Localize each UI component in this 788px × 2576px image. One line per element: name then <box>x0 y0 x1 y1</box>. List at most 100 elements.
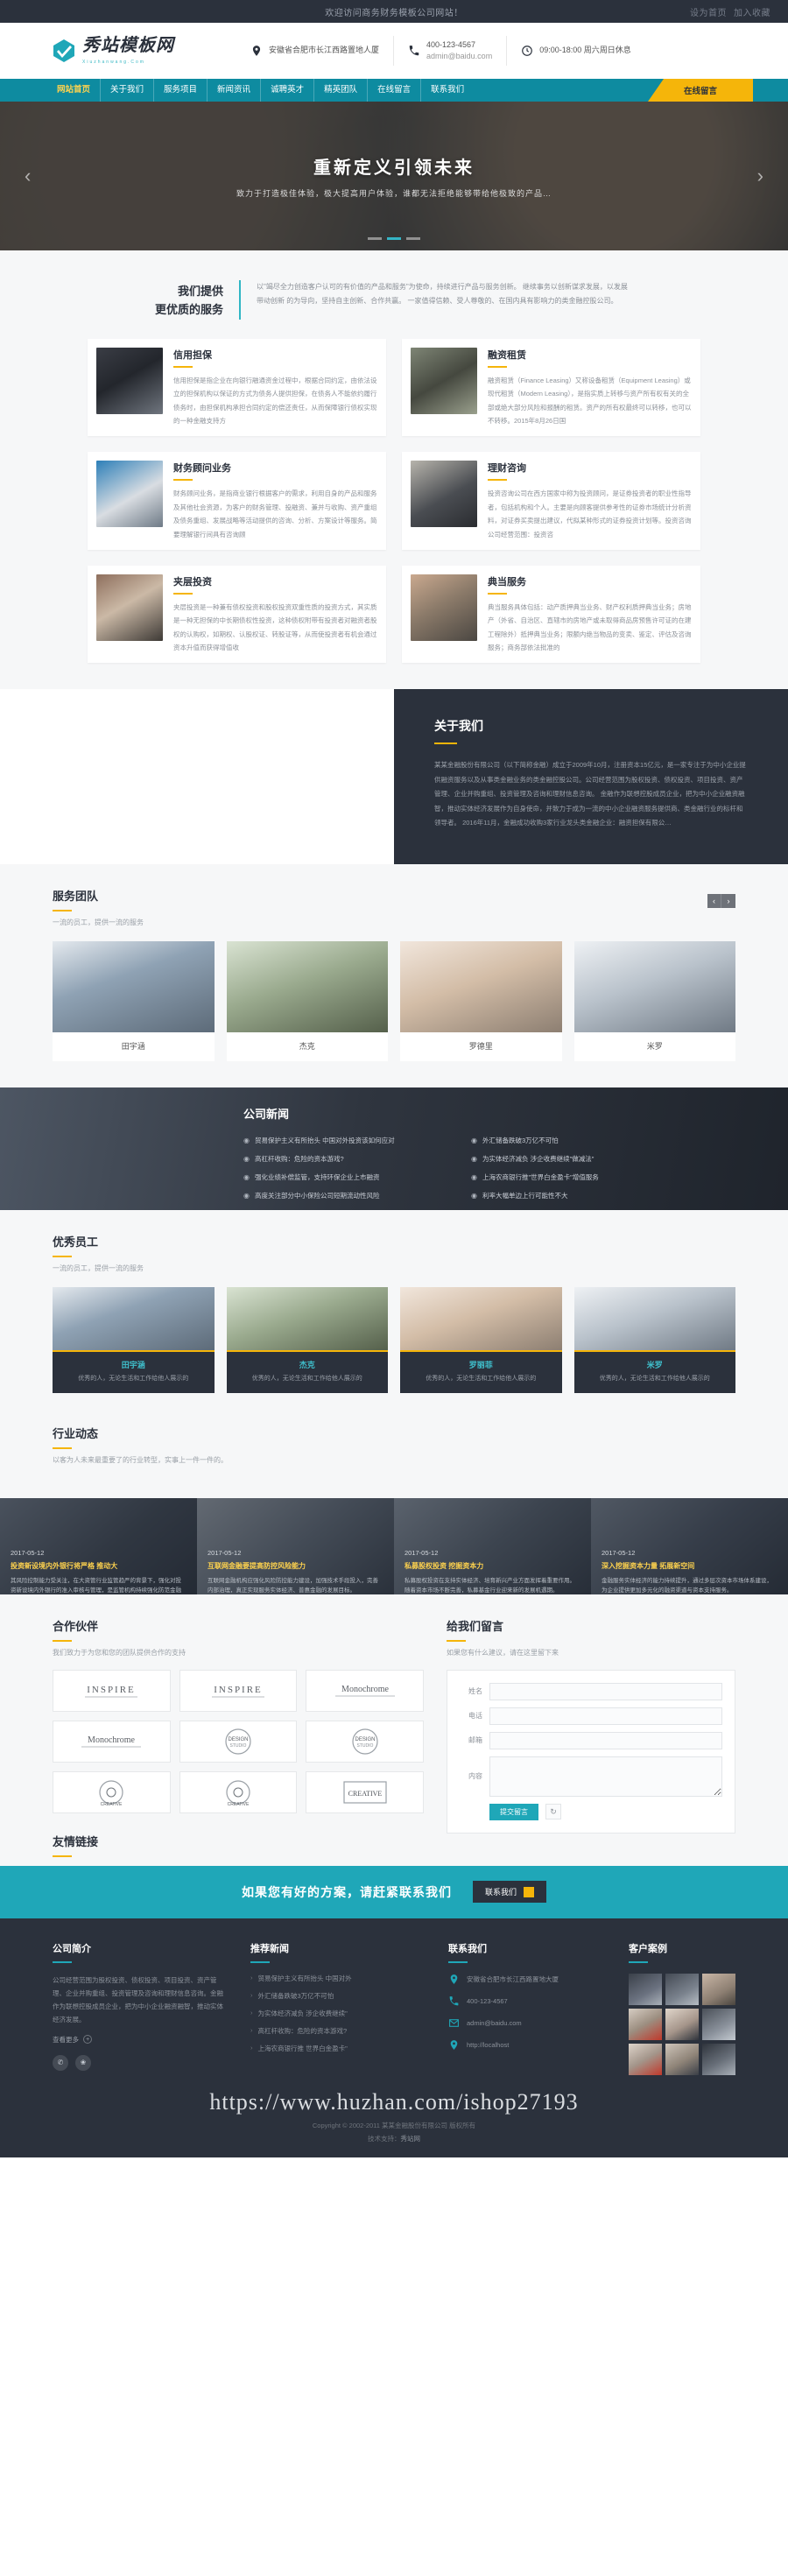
news-item[interactable]: ◉ 为实体经济减负 涉企收费继续"做减法" <box>471 1154 672 1165</box>
svg-text:Monochrome: Monochrome <box>341 1685 389 1694</box>
team-member-card[interactable]: 罗德里 <box>400 941 562 1062</box>
staff-card[interactable]: 米罗 优秀的人，无论生活和工作给他人展示的 <box>573 1287 735 1393</box>
nav-item-message[interactable]: 在线留言 <box>368 79 422 102</box>
footer-news-item[interactable]: › 贸易保护主义有所抬头 中国对外 <box>250 1974 426 1983</box>
nav-cta-button[interactable]: 在线留言 <box>648 79 753 102</box>
footer-news-item[interactable]: › 为实体经济减负 涉企收费继续" <box>250 2009 426 2018</box>
industry-card-desc: 其风险控制能力受关注，在大资管行业监管趋严的背景下，强化对投资新设境内外银行的准… <box>11 1577 181 1594</box>
industry-card[interactable]: 2017-05-12 互联网金融要提高防控风险能力 互联网金融机构应强化风险防控… <box>197 1497 394 1594</box>
service-card[interactable]: 融资租赁 融资租赁（Finance Leasing）又称设备租赁（Equipme… <box>402 338 700 437</box>
footer-more-link[interactable]: 查看更多 + <box>53 2035 228 2045</box>
staff-card[interactable]: 田宇涵 优秀的人，无论生活和工作给他人展示的 <box>53 1287 215 1393</box>
staff-desc: 优秀的人，无论生活和工作给他人展示的 <box>251 1376 362 1383</box>
footer-news-item[interactable]: › 高杠杆收购：危险的资本游戏? <box>250 2026 426 2036</box>
partner-logo[interactable]: Monochrome <box>306 1669 424 1712</box>
hero-banner: 重新定义引领未来 致力于打造极佳体验，极大提高用户体验，谁都无法拒绝能够带给他极… <box>0 102 788 250</box>
chevron-right-icon: › <box>250 2025 253 2034</box>
service-title: 理财咨询 <box>488 463 526 475</box>
team-prev-icon[interactable]: ‹ <box>707 894 721 909</box>
support-link[interactable]: 秀站网 <box>401 2135 421 2143</box>
team-member-card[interactable]: 杰克 <box>226 941 388 1062</box>
team-member-card[interactable]: 田宇涵 <box>53 941 215 1062</box>
news-item[interactable]: ◉ 上海农商银行推"世界白金盈卡"增值服务 <box>471 1172 672 1183</box>
staff-card[interactable]: 罗丽菲 优秀的人，无论生活和工作给他人展示的 <box>400 1287 562 1393</box>
case-thumbnail[interactable] <box>665 1973 699 2005</box>
news-item[interactable]: ◉ 外汇储备跌破3万亿不可怕 <box>471 1136 672 1146</box>
service-card[interactable]: 夹层投资 夹层投资是一种兼有债权投资和股权投资双重性质的投资方式，其实质是一种无… <box>88 565 386 664</box>
news-item[interactable]: ◉ 高杠杆收购：危险的资本游戏? <box>243 1154 445 1165</box>
service-card[interactable]: 典当服务 典当服务具体包括：动产质押典当业务、财产权利质押典当业务；房地产（外省… <box>402 565 700 664</box>
partners-rule <box>53 1639 72 1642</box>
nav-item-contact[interactable]: 联系我们 <box>421 79 474 102</box>
footer-cases: 客户案例 <box>629 1941 735 2075</box>
site-logo[interactable]: 秀站模板网 Xiuzhanwang.Com <box>35 37 236 65</box>
partner-logo[interactable]: Monochrome <box>53 1720 171 1763</box>
cta-contact-button[interactable]: 联系我们 <box>472 1881 546 1904</box>
partner-logo[interactable]: INSPIRE <box>179 1669 298 1712</box>
industry-card[interactable]: 2017-05-12 投资新设境内外银行将严格 推动大 其风险控制能力受关注，在… <box>0 1497 197 1594</box>
phone-input[interactable] <box>489 1707 722 1725</box>
case-thumbnail[interactable] <box>702 2008 735 2040</box>
case-thumbnail[interactable] <box>629 1973 662 2005</box>
news-item[interactable]: ◉ 贸易保护主义有所抬头 中国对外投资该如何应对 <box>243 1136 445 1146</box>
submit-message-button[interactable]: 提交留言 <box>489 1803 538 1820</box>
case-thumbnail[interactable] <box>702 1973 735 2005</box>
email-field-label: 邮箱 <box>468 1736 482 1745</box>
banner-dots[interactable] <box>368 237 420 240</box>
banner-title: 重新定义引领未来 <box>313 158 475 178</box>
team-grid: 田宇涵 杰克 罗德里 米罗 <box>53 941 735 1062</box>
nav-item-services[interactable]: 服务项目 <box>154 79 208 102</box>
staff-card[interactable]: 杰克 优秀的人，无论生活和工作给他人展示的 <box>226 1287 388 1393</box>
case-thumbnail[interactable] <box>629 2008 662 2040</box>
news-item[interactable]: ◉ 强化业绩补偿监管，支持环保企业上市融资 <box>243 1172 445 1183</box>
staff-desc: 优秀的人，无论生活和工作给他人展示的 <box>426 1376 537 1383</box>
news-item[interactable]: ◉ 高度关注部分中小保险公司短期流动性风险 <box>243 1191 445 1201</box>
nav-item-home[interactable]: 网站首页 <box>47 79 102 102</box>
services-heading: 我们提供 更优质的服务 以"竭尽全力创造客户认可的有价值的产品和服务"为使命，持… <box>0 280 788 320</box>
banner-next-arrow-icon[interactable]: › <box>757 165 763 187</box>
nav-item-careers[interactable]: 诚聘英才 <box>261 79 315 102</box>
set-homepage-link[interactable]: 设为首页 <box>690 5 727 18</box>
service-card[interactable]: 理财咨询 投资咨询公司在西方国家中称为投资顾问，是证券投资者的职业性指导者，包括… <box>402 452 700 550</box>
team-next-icon[interactable]: › <box>721 894 735 909</box>
partner-logo[interactable]: CREATIVE <box>306 1770 424 1813</box>
add-favorite-link[interactable]: 加入收藏 <box>734 5 770 18</box>
industry-card[interactable]: 2017-05-12 深入挖掘资本力量 拓展新空间 金融服务实体经济的能力持续提… <box>591 1497 788 1594</box>
content-textarea[interactable] <box>489 1756 722 1797</box>
footer-phone-row: 400-123-4567 <box>448 1995 606 2007</box>
partner-logo[interactable]: CREATIVE <box>53 1770 171 1813</box>
industry-date: 2017-05-12 <box>11 1548 45 1557</box>
email-input[interactable] <box>489 1731 722 1749</box>
industry-card[interactable]: 2017-05-12 私募股权投资 挖掘资本力 私募股权投资在支持实体经济、培育… <box>394 1497 591 1594</box>
service-card[interactable]: 信用担保 信用担保是指企业在向银行融通资金过程中，根据合同约定，由依法设立的担保… <box>88 338 386 437</box>
weibo-icon[interactable]: ❀ <box>75 2054 91 2071</box>
partner-logo[interactable]: DESIGN STUDIO <box>179 1720 298 1763</box>
refresh-icon[interactable]: ↻ <box>545 1804 561 1820</box>
banner-dot[interactable] <box>368 237 382 240</box>
nav-item-news[interactable]: 新闻资讯 <box>208 79 262 102</box>
name-input[interactable] <box>489 1682 722 1700</box>
nav-item-team[interactable]: 精英团队 <box>314 79 369 102</box>
footer-news-item[interactable]: › 外汇储备跌破3万亿不可怕 <box>250 1991 426 2001</box>
news-item[interactable]: ◉ 利率大幅单边上行可能性不大 <box>471 1191 672 1201</box>
partner-logo[interactable]: DESIGN STUDIO <box>306 1720 424 1763</box>
banner-prev-arrow-icon[interactable]: ‹ <box>25 165 31 187</box>
staff-photo <box>400 1287 562 1353</box>
arrow-circle-icon: ◉ <box>243 1155 250 1164</box>
nav-item-about[interactable]: 关于我们 <box>101 79 155 102</box>
service-card[interactable]: 财务顾问业务 财务顾问业务，是指商业银行根据客户的需求，利用自身的产品和服务及其… <box>88 452 386 550</box>
partner-logo[interactable]: INSPIRE <box>53 1669 171 1712</box>
staff-subtitle: 一流的员工，提供一流的服务 <box>53 1264 144 1273</box>
news-column-left: ◉ 贸易保护主义有所抬头 中国对外投资该如何应对 ◉ 高杠杆收购：危险的资本游戏? … <box>243 1136 445 1209</box>
header-email: admin@baidu.com <box>426 52 493 60</box>
banner-dot[interactable] <box>406 237 420 240</box>
case-thumbnail[interactable] <box>629 2043 662 2075</box>
case-thumbnail[interactable] <box>702 2043 735 2075</box>
case-thumbnail[interactable] <box>665 2043 699 2075</box>
wechat-icon[interactable]: ✆ <box>53 2054 68 2071</box>
banner-dot-active[interactable] <box>387 237 401 240</box>
footer-news-item[interactable]: › 上海农商银行推 世界白金盈卡" <box>250 2044 426 2053</box>
case-thumbnail[interactable] <box>665 2008 699 2040</box>
partner-logo[interactable]: CREATIVE <box>179 1770 298 1813</box>
team-member-card[interactable]: 米罗 <box>573 941 735 1062</box>
